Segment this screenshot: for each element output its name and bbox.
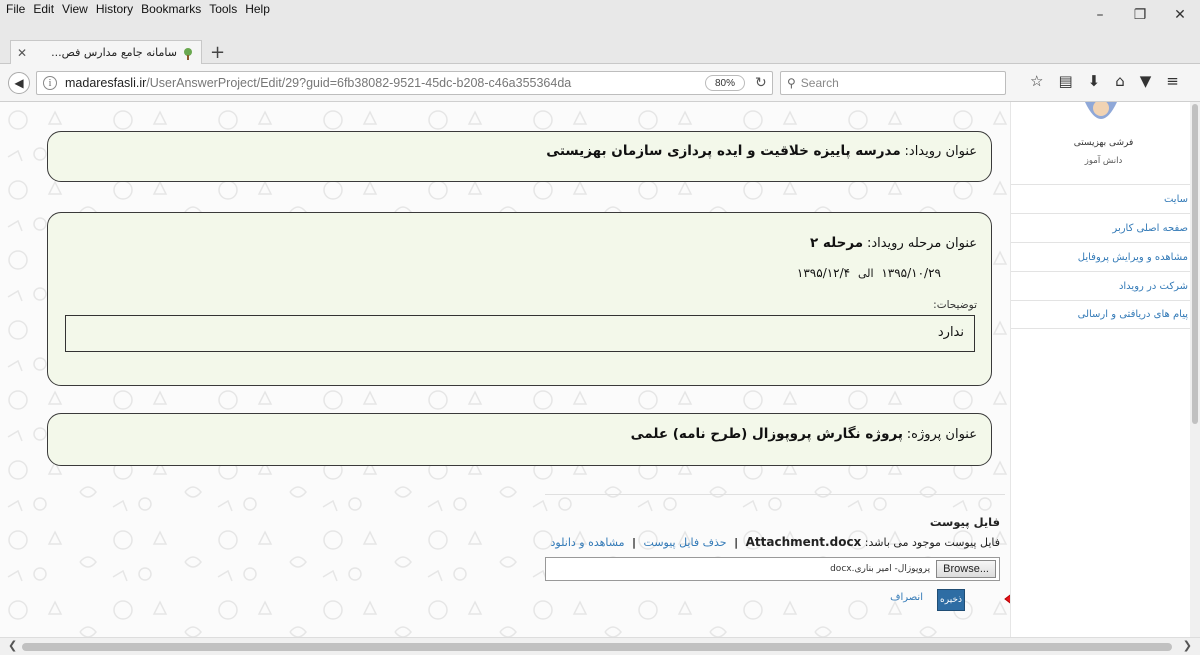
url-text: madaresfasli.ir/UserAnswerProject/Edit/2… [65, 76, 571, 90]
sidebar-item-messages[interactable]: پیام های دریافتی و ارسالی [1011, 300, 1196, 329]
menu-help[interactable]: Help [245, 2, 270, 16]
menu-history[interactable]: History [96, 2, 133, 16]
search-placeholder: Search [800, 76, 839, 90]
hamburger-menu-icon[interactable]: ≡ [1166, 72, 1179, 90]
info-icon[interactable]: i [43, 76, 57, 90]
description-box: ندارد [65, 315, 975, 352]
project-title-label: عنوان پروژه: [906, 427, 977, 442]
attachment-form: فایل پیوست فایل پیوست موجود می باشد: Att… [540, 494, 1005, 634]
browser-menubar: File Edit View History Bookmarks Tools H… [0, 0, 1200, 40]
sidebar-item-join-event[interactable]: شرکت در رویداد [1011, 271, 1196, 300]
user-sidebar: فرشی بهزیستی دانش آموز سایت صفحه اصلی کا… [1010, 102, 1200, 637]
zoom-indicator[interactable]: 80% [705, 75, 745, 91]
new-tab-icon[interactable]: + [210, 42, 225, 63]
back-arrow-icon[interactable]: ◀ [8, 72, 30, 94]
sidebar-item-profile[interactable]: مشاهده و ویرایش پروفایل [1011, 242, 1196, 271]
date-separator: الی [857, 267, 874, 280]
reload-icon[interactable]: ↻ [755, 75, 767, 91]
scroll-thumb[interactable] [22, 643, 1172, 651]
download-icon[interactable]: ⬇ [1088, 72, 1101, 90]
date-from: ۱۳۹۵/۱۰/۲۹ [881, 266, 941, 280]
site-favicon-icon [184, 47, 192, 60]
page-content: عنوان رویداد: مدرسه پاییزه خلاقیت و ایده… [0, 102, 1200, 637]
sidebar-menu: سایت صفحه اصلی کاربر مشاهده و ویرایش پرو… [1011, 184, 1196, 329]
tab-close-icon[interactable]: ✕ [17, 46, 27, 60]
minimize-icon[interactable]: – [1080, 0, 1120, 30]
project-title-card: عنوان پروژه: پروژه نگارش پروپوزال (طرح ن… [47, 413, 992, 466]
existing-attachment: فایل پیوست موجود می باشد: Attachment.doc… [551, 535, 1000, 549]
stage-title: عنوان مرحله رویداد: مرحله ۲ [810, 235, 977, 251]
close-icon[interactable]: ✕ [1160, 0, 1200, 30]
window-controls: – ❐ ✕ [1080, 0, 1200, 30]
date-to: ۱۳۹۵/۱۲/۴ [796, 266, 851, 280]
scroll-right-icon[interactable]: ❯ [1183, 639, 1192, 652]
menu-tools[interactable]: Tools [209, 2, 237, 16]
cancel-link[interactable]: انصراف [890, 592, 923, 603]
user-avatar-icon [1085, 102, 1117, 119]
bookmark-star-icon[interactable]: ☆ [1030, 72, 1043, 90]
attachment-title: فایل پیوست [929, 515, 1000, 529]
sidebar-item-user-home[interactable]: صفحه اصلی کاربر [1011, 213, 1196, 242]
menu-file[interactable]: File [6, 2, 25, 16]
url-path: /UserAnswerProject/Edit/29?guid=6fb38082… [146, 76, 572, 90]
home-icon[interactable]: ⌂ [1115, 72, 1125, 90]
user-name: فرشی بهزیستی [1073, 138, 1134, 148]
sidebar-item-site[interactable]: سایت [1011, 184, 1196, 213]
delete-attachment-link[interactable]: حذف فایل پیوست [644, 536, 727, 549]
divider [545, 494, 1005, 495]
url-host: madaresfasli.ir [65, 76, 147, 90]
stage-dates: ۱۳۹۵/۱۰/۲۹ الی ۱۳۹۵/۱۲/۴ [797, 266, 941, 280]
stage-title-label: عنوان مرحله رویداد: [866, 236, 977, 251]
pipe-separator: | [734, 536, 739, 549]
event-title-label: عنوان رویداد: [904, 144, 977, 159]
browser-tab[interactable]: سامانه جامع مدارس فص... ✕ [10, 40, 202, 64]
file-input[interactable]: Browse... پروپوزال- امیر بناری.docx [545, 557, 1000, 581]
user-role: دانش آموز [1084, 156, 1123, 166]
vertical-scrollbar[interactable] [1190, 102, 1200, 637]
pipe-separator: | [631, 536, 637, 549]
menu-view[interactable]: View [62, 2, 88, 16]
search-icon: ⚲ [787, 76, 796, 90]
event-title-card: عنوان رویداد: مدرسه پاییزه خلاقیت و ایده… [47, 131, 992, 182]
scroll-left-icon[interactable]: ❮ [8, 639, 17, 652]
selected-file-name: پروپوزال- امیر بناری.docx [830, 564, 931, 574]
save-button[interactable]: ذخیره [937, 589, 965, 611]
address-bar[interactable]: i madaresfasli.ir/UserAnswerProject/Edit… [36, 71, 773, 95]
menu-bookmarks[interactable]: Bookmarks [141, 2, 201, 16]
navigation-bar: ◀ i madaresfasli.ir/UserAnswerProject/Ed… [0, 64, 1200, 102]
menu-list: File Edit View History Bookmarks Tools H… [6, 2, 270, 16]
toolbar-icons: ☆ ▤ ⬇ ⌂ ▼ ≡ [1030, 72, 1179, 90]
existing-text: فایل پیوست موجود می باشد: [864, 536, 1000, 549]
horizontal-scrollbar[interactable]: ❮ ❯ [0, 637, 1200, 655]
project-title-value: پروژه نگارش پروپوزال (طرح نامه) علمی [630, 426, 903, 442]
pocket-icon[interactable]: ▼ [1140, 72, 1152, 90]
search-input[interactable]: ⚲ Search [780, 71, 1006, 95]
stage-card: عنوان مرحله رویداد: مرحله ۲ ۱۳۹۵/۱۰/۲۹ ا… [47, 212, 992, 386]
existing-file-name: Attachment.docx [745, 535, 862, 549]
menu-edit[interactable]: Edit [33, 2, 54, 16]
description-label: توضیحات: [933, 299, 977, 311]
main-area: عنوان رویداد: مدرسه پاییزه خلاقیت و ایده… [0, 102, 1010, 637]
event-title-value: مدرسه پاییزه خلاقیت و ایده پردازی سازمان… [546, 143, 901, 159]
library-icon[interactable]: ▤ [1058, 72, 1072, 90]
restore-icon[interactable]: ❐ [1120, 0, 1160, 30]
tab-title: سامانه جامع مدارس فص... [51, 46, 177, 59]
tab-bar: سامانه جامع مدارس فص... ✕ + [0, 40, 1200, 64]
stage-title-value: مرحله ۲ [809, 235, 864, 251]
browse-button[interactable]: Browse... [936, 560, 996, 578]
view-download-link[interactable]: مشاهده و دانلود [551, 536, 625, 549]
scroll-thumb[interactable] [1192, 104, 1198, 424]
